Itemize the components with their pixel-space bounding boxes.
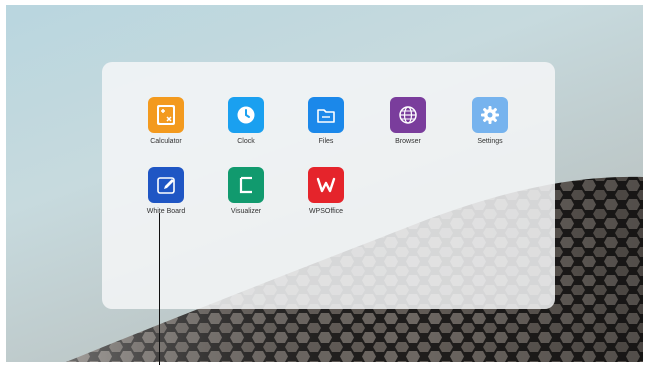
gear-icon (472, 97, 508, 133)
app-browser[interactable]: Browser (368, 97, 448, 146)
app-label: Calculator (150, 138, 182, 145)
app-label: Settings (477, 138, 503, 145)
visualizer-icon (228, 167, 264, 203)
clock-icon (228, 97, 264, 133)
desktop-screen: Calculator Clock Files Browser Settings … (6, 5, 643, 362)
app-files[interactable]: Files (286, 97, 366, 146)
globe-icon (390, 97, 426, 133)
app-wps-office[interactable]: WPSOffice (286, 167, 366, 216)
app-label: Files (318, 138, 334, 145)
app-drawer-panel: Calculator Clock Files Browser Settings … (102, 62, 555, 309)
app-calculator[interactable]: Calculator (126, 97, 206, 146)
app-clock[interactable]: Clock (206, 97, 286, 146)
app-label: Visualizer (230, 208, 262, 215)
app-label: Clock (237, 138, 255, 145)
app-label: White Board (146, 208, 186, 215)
app-label: WPSOffice (308, 208, 344, 215)
whiteboard-pen-icon (148, 167, 184, 203)
calculator-icon (148, 97, 184, 133)
callout-pointer-line (159, 213, 160, 365)
app-visualizer[interactable]: Visualizer (206, 167, 286, 216)
app-settings[interactable]: Settings (450, 97, 530, 146)
wps-office-icon (308, 167, 344, 203)
folder-icon (308, 97, 344, 133)
app-white-board[interactable]: White Board (126, 167, 206, 216)
app-label: Browser (395, 138, 421, 145)
